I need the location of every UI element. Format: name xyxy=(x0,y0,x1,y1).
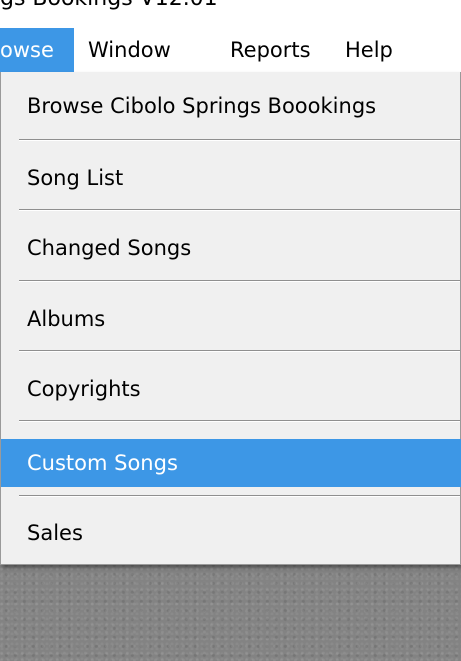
menu-separator xyxy=(19,139,460,141)
menu-item-song-list[interactable]: Song List xyxy=(1,154,460,202)
menu-window[interactable]: Window xyxy=(88,28,171,72)
menu-separator xyxy=(19,209,460,211)
menu-browse[interactable]: owse xyxy=(0,28,74,72)
title-bar: gs Bookings V12.01 xyxy=(0,0,461,28)
menu-bar: owse Window Reports Help xyxy=(0,28,461,72)
browse-dropdown-menu: Browse Cibolo Springs Boookings Song Lis… xyxy=(0,72,461,565)
menu-item-browse-cibolo-springs-bookings[interactable]: Browse Cibolo Springs Boookings xyxy=(1,82,460,130)
menu-item-changed-songs[interactable]: Changed Songs xyxy=(1,224,460,272)
desktop-background xyxy=(0,560,461,661)
window-title: gs Bookings V12.01 xyxy=(0,0,218,11)
menu-item-albums[interactable]: Albums xyxy=(1,295,460,343)
menu-separator xyxy=(19,350,460,352)
menu-item-custom-songs[interactable]: Custom Songs xyxy=(1,439,461,487)
menu-help[interactable]: Help xyxy=(345,28,393,72)
menu-separator xyxy=(19,280,460,282)
menu-reports[interactable]: Reports xyxy=(230,28,311,72)
menu-separator xyxy=(19,495,460,497)
menu-item-sales[interactable]: Sales xyxy=(1,509,460,557)
menu-item-copyrights[interactable]: Copyrights xyxy=(1,365,460,413)
menu-separator xyxy=(19,420,460,422)
